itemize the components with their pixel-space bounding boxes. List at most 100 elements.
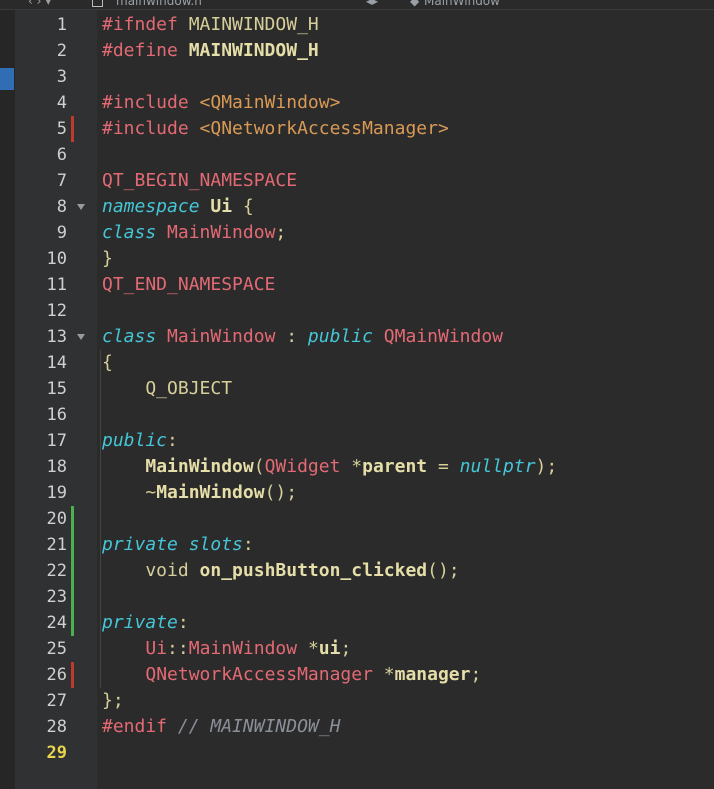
nav-back-forward-arrows[interactable]: ‹ › ▾ [28,0,51,8]
code-token: }; [102,690,124,711]
code-line[interactable]: Q_OBJECT [102,376,232,402]
code-line[interactable]: class MainWindow; [102,220,286,246]
line-number[interactable]: 9 [15,220,67,246]
code-line[interactable]: public: [102,428,178,454]
line-number[interactable]: 8 [15,194,67,220]
line-number[interactable]: 29 [15,740,67,766]
line-number[interactable]: 12 [15,298,67,324]
code-line[interactable]: MainWindow(QWidget *parent = nullptr); [102,454,557,480]
fold-toggle-icon[interactable] [77,334,85,340]
code-line[interactable]: class MainWindow : public QMainWindow [102,324,503,350]
code-editor[interactable]: ‹ › ▾ mainwindow.h ◂▸ ◆ MainWindow 12345… [0,0,714,789]
fold-toggle-icon[interactable] [77,204,85,210]
code-line[interactable]: private slots: [102,532,254,558]
code-token: QMainWindow [383,326,504,347]
bookmark-marker[interactable] [0,68,14,90]
line-number[interactable]: 22 [15,558,67,584]
line-number[interactable]: 10 [15,246,67,272]
code-line[interactable]: QNetworkAccessManager *manager; [102,662,481,688]
indent-guide [100,350,101,688]
line-number[interactable]: 20 [15,506,67,532]
code-line[interactable]: void on_pushButton_clicked(); [102,558,459,584]
editor-toolbar: ‹ › ▾ mainwindow.h ◂▸ ◆ MainWindow [0,0,714,10]
code-token: #define [102,40,178,61]
code-token: MainWindow [188,638,298,659]
code-token: on_pushButton_clicked [199,560,428,581]
added-line-marker [71,506,74,532]
code-token: { [232,196,254,217]
line-number[interactable]: 11 [15,272,67,298]
line-number[interactable]: 26 [15,662,67,688]
line-number[interactable]: 14 [15,350,67,376]
line-number[interactable]: 6 [15,142,67,168]
modified-line-marker [71,662,74,688]
line-number[interactable]: 2 [15,38,67,64]
code-line[interactable]: { [102,350,113,376]
code-token: * [297,638,319,659]
current-symbol[interactable]: MainWindow [424,0,500,8]
code-line[interactable]: }; [102,688,124,714]
line-number[interactable]: 18 [15,454,67,480]
code-line[interactable]: #ifndef MAINWINDOW_H [102,12,319,38]
line-number[interactable]: 16 [15,402,67,428]
code-token: ; [275,222,287,243]
code-line[interactable]: Ui::MainWindow *ui; [102,636,351,662]
line-number[interactable]: 24 [15,610,67,636]
code-line[interactable]: namespace Ui { [102,194,254,220]
code-token: MainWindow [156,482,265,503]
code-line[interactable]: #endif // MAINWINDOW_H [102,714,340,740]
line-number[interactable]: 13 [15,324,67,350]
code-token: #ifndef [102,14,178,35]
editor-left-strip [0,10,15,789]
line-number[interactable]: 25 [15,636,67,662]
code-line[interactable]: QT_END_NAMESPACE [102,272,275,298]
line-number[interactable]: 19 [15,480,67,506]
code-token: <QNetworkAccessManager> [188,118,449,139]
code-token: QT_END_NAMESPACE [102,274,276,295]
code-token: void [102,560,200,581]
code-line[interactable]: } [102,246,113,272]
code-line[interactable]: ~MainWindow(); [102,480,297,506]
code-token: #endif [102,716,168,737]
code-token: MainWindow [167,222,276,243]
line-number[interactable]: 17 [15,428,67,454]
line-number[interactable]: 5 [15,116,67,142]
line-number[interactable]: 1 [15,12,67,38]
code-token: private [102,612,178,633]
added-line-marker [71,532,74,558]
code-token: ~ [102,482,157,503]
code-token: manager [394,664,471,685]
code-token: ; [340,638,352,659]
code-token: #include [102,92,189,113]
line-number[interactable]: 3 [15,64,67,90]
code-token: :: [167,638,189,659]
class-icon: ◆ [410,0,420,8]
added-line-marker [71,610,74,636]
line-number[interactable]: 15 [15,376,67,402]
line-number[interactable]: 28 [15,714,67,740]
symbol-nav-arrows[interactable]: ◂▸ [366,0,378,8]
code-token: parent [362,456,428,477]
code-token: ; [470,664,482,685]
line-number[interactable]: 7 [15,168,67,194]
code-line[interactable]: #include <QMainWindow> [102,90,340,116]
line-number[interactable]: 21 [15,532,67,558]
line-number[interactable]: 27 [15,688,67,714]
line-number[interactable]: 4 [15,90,67,116]
code-token: MainWindow [167,326,276,347]
code-line[interactable]: #include <QNetworkAccessManager> [102,116,449,142]
code-token: : [177,612,189,633]
open-file-name[interactable]: mainwindow.h [116,0,202,8]
code-token: * [340,456,363,477]
code-token: (); [264,482,298,503]
line-number[interactable]: 23 [15,584,67,610]
code-token: Ui [145,638,168,659]
code-line[interactable]: QT_BEGIN_NAMESPACE [102,168,297,194]
code-line[interactable]: #define MAINWINDOW_H [102,38,319,64]
code-line[interactable]: private: [102,610,189,636]
